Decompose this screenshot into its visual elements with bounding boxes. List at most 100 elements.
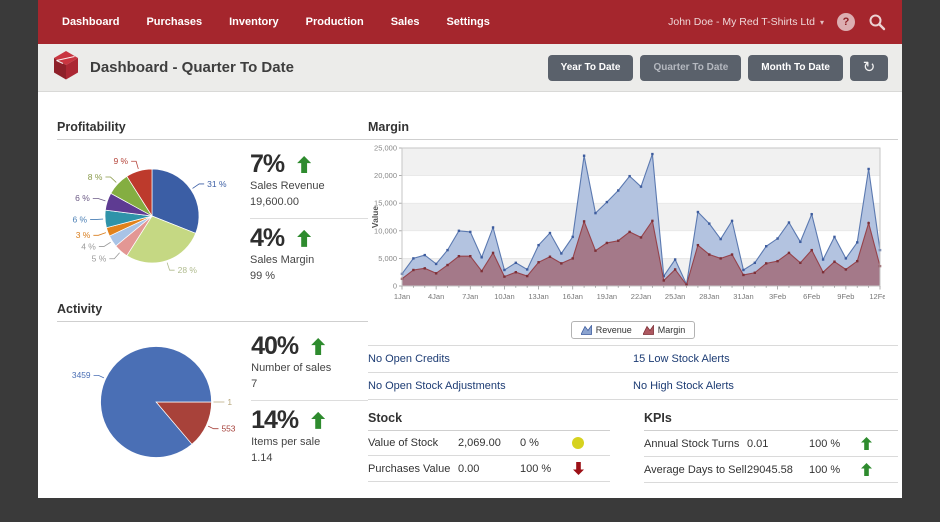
row-percent: 100 % <box>809 464 861 476</box>
kpi-value: 1.14 <box>251 451 368 467</box>
profitability-kpis: 7% Sales Revenue 19,600.00 4% <box>250 140 368 292</box>
svg-text:553: 553 <box>221 423 235 433</box>
bottom-tables: Stock Value of Stock 2,069.00 0 % Purcha… <box>368 411 898 483</box>
stock-heading: Stock <box>368 411 610 431</box>
kpi-percent: 7% <box>250 150 284 179</box>
refresh-icon[interactable]: ↻ <box>850 55 888 81</box>
margin-area-chart: 05,00010,00015,00020,00025,0001Jan4Jan7J… <box>368 143 885 315</box>
row-percent: 0 % <box>520 437 572 449</box>
kpi-value: 19,600.00 <box>250 195 368 211</box>
svg-text:6Feb: 6Feb <box>803 292 820 301</box>
activity-pie-chart: 1 553 3459 <box>57 322 251 480</box>
alert-links: No Open Credits 15 Low Stock Alerts No O… <box>368 345 898 400</box>
user-menu[interactable]: John Doe - My Red T-Shirts Ltd ▾ <box>668 16 824 28</box>
nav-item-settings[interactable]: Settings <box>446 16 489 28</box>
kpi-percent: 4% <box>250 224 284 253</box>
month-to-date-button[interactable]: Month To Date <box>748 55 843 81</box>
date-range-buttons: Year To Date Quarter To Date Month To Da… <box>548 55 888 81</box>
svg-text:1: 1 <box>227 397 232 407</box>
svg-text:25,000: 25,000 <box>374 144 397 153</box>
svg-text:9 %: 9 % <box>113 156 128 166</box>
nav-right-group: John Doe - My Red T-Shirts Ltd ▾ ? <box>668 13 886 31</box>
svg-text:12Feb: 12Feb <box>869 292 885 301</box>
chevron-down-icon: ▾ <box>820 18 824 27</box>
kpi-number-of-sales: 40% Number of sales 7 <box>251 332 368 400</box>
profitability-heading: Profitability <box>57 120 368 140</box>
nav-item-inventory[interactable]: Inventory <box>229 16 279 28</box>
svg-text:9Feb: 9Feb <box>837 292 854 301</box>
trend-up-icon <box>311 338 325 355</box>
activity-section: Activity 15533459 40% Number of sales 7 <box>57 302 368 480</box>
stock-table: Stock Value of Stock 2,069.00 0 % Purcha… <box>368 411 610 483</box>
page-header: Dashboard - Quarter To Date Year To Date… <box>38 44 902 92</box>
svg-text:4 %: 4 % <box>81 241 96 251</box>
search-icon[interactable] <box>868 13 886 31</box>
user-label: John Doe - My Red T-Shirts Ltd <box>668 16 815 28</box>
row-value: 2,069.00 <box>458 437 520 449</box>
nav-item-purchases[interactable]: Purchases <box>146 16 202 28</box>
svg-text:28Jan: 28Jan <box>699 292 719 301</box>
svg-text:1Jan: 1Jan <box>394 292 410 301</box>
app-window: Dashboard Purchases Inventory Production… <box>38 0 902 498</box>
svg-text:31Jan: 31Jan <box>733 292 753 301</box>
profitability-section: Profitability 31 %28 %5 %4 %3 %6 %6 %8 %… <box>57 120 368 292</box>
kpi-label: Sales Revenue <box>250 179 368 195</box>
svg-text:28 %: 28 % <box>178 265 198 275</box>
kpi-label: Items per sale <box>251 435 368 451</box>
svg-text:6 %: 6 % <box>75 193 90 203</box>
kpi-label: Sales Margin <box>250 253 368 269</box>
trend-up-icon <box>297 230 311 247</box>
kpi-percent: 40% <box>251 332 298 361</box>
main-content: Profitability 31 %28 %5 %4 %3 %6 %6 %8 %… <box>38 92 902 498</box>
link-open-credits[interactable]: No Open Credits <box>368 346 633 373</box>
svg-text:13Jan: 13Jan <box>528 292 548 301</box>
nav-item-production[interactable]: Production <box>306 16 364 28</box>
link-high-stock-alerts[interactable]: No High Stock Alerts <box>633 373 898 400</box>
row-label: Value of Stock <box>368 437 458 449</box>
svg-text:4Jan: 4Jan <box>428 292 444 301</box>
svg-text:Value: Value <box>370 206 380 228</box>
trend-up-icon <box>861 463 872 476</box>
year-to-date-button[interactable]: Year To Date <box>548 55 634 81</box>
svg-text:7Jan: 7Jan <box>462 292 478 301</box>
trend-up-icon <box>311 412 325 429</box>
svg-text:6 %: 6 % <box>72 214 87 224</box>
row-value: 0.01 <box>747 438 809 450</box>
svg-text:5,000: 5,000 <box>378 254 397 263</box>
legend-item-margin[interactable]: Margin <box>643 325 686 335</box>
kpi-items-per-sale: 14% Items per sale 1.14 <box>251 400 368 474</box>
activity-kpis: 40% Number of sales 7 14% <box>251 322 368 480</box>
right-column: Margin 05,00010,00015,00020,00025,0001Ja… <box>368 104 902 498</box>
svg-text:22Jan: 22Jan <box>631 292 651 301</box>
help-icon[interactable]: ? <box>837 13 855 31</box>
legend-item-revenue[interactable]: Revenue <box>581 325 632 335</box>
table-row: Purchases Value 0.00 100 % <box>368 456 610 482</box>
profitability-pie-chart: 31 %28 %5 %4 %3 %6 %6 %8 %9 % <box>57 140 249 292</box>
table-row: Annual Stock Turns 0.01 100 % <box>644 431 898 457</box>
nav-item-dashboard[interactable]: Dashboard <box>62 16 119 28</box>
kpis-table: KPIs Annual Stock Turns 0.01 100 % Avera… <box>644 411 898 483</box>
top-nav: Dashboard Purchases Inventory Production… <box>38 0 902 44</box>
link-low-stock-alerts[interactable]: 15 Low Stock Alerts <box>633 346 898 373</box>
margin-section: Margin 05,00010,00015,00020,00025,0001Ja… <box>368 120 898 483</box>
row-value: 29045.58 <box>747 464 809 476</box>
app-logo-cube-icon <box>52 50 80 86</box>
quarter-to-date-button[interactable]: Quarter To Date <box>640 55 741 81</box>
kpi-label: Number of sales <box>251 361 368 377</box>
link-stock-adjustments[interactable]: No Open Stock Adjustments <box>368 373 633 400</box>
svg-text:19Jan: 19Jan <box>597 292 617 301</box>
svg-text:25Jan: 25Jan <box>665 292 685 301</box>
nav-item-sales[interactable]: Sales <box>391 16 420 28</box>
row-percent: 100 % <box>520 463 572 475</box>
row-percent: 100 % <box>809 438 861 450</box>
svg-text:0: 0 <box>393 282 397 291</box>
svg-text:3459: 3459 <box>72 370 91 380</box>
trend-down-icon <box>573 462 584 475</box>
kpi-value: 99 % <box>250 269 368 285</box>
svg-text:5 %: 5 % <box>92 254 107 264</box>
svg-text:16Jan: 16Jan <box>562 292 582 301</box>
kpi-value: 7 <box>251 377 368 393</box>
table-row: Value of Stock 2,069.00 0 % <box>368 431 610 456</box>
left-column: Profitability 31 %28 %5 %4 %3 %6 %6 %8 %… <box>57 104 368 498</box>
status-neutral-icon <box>572 437 584 449</box>
